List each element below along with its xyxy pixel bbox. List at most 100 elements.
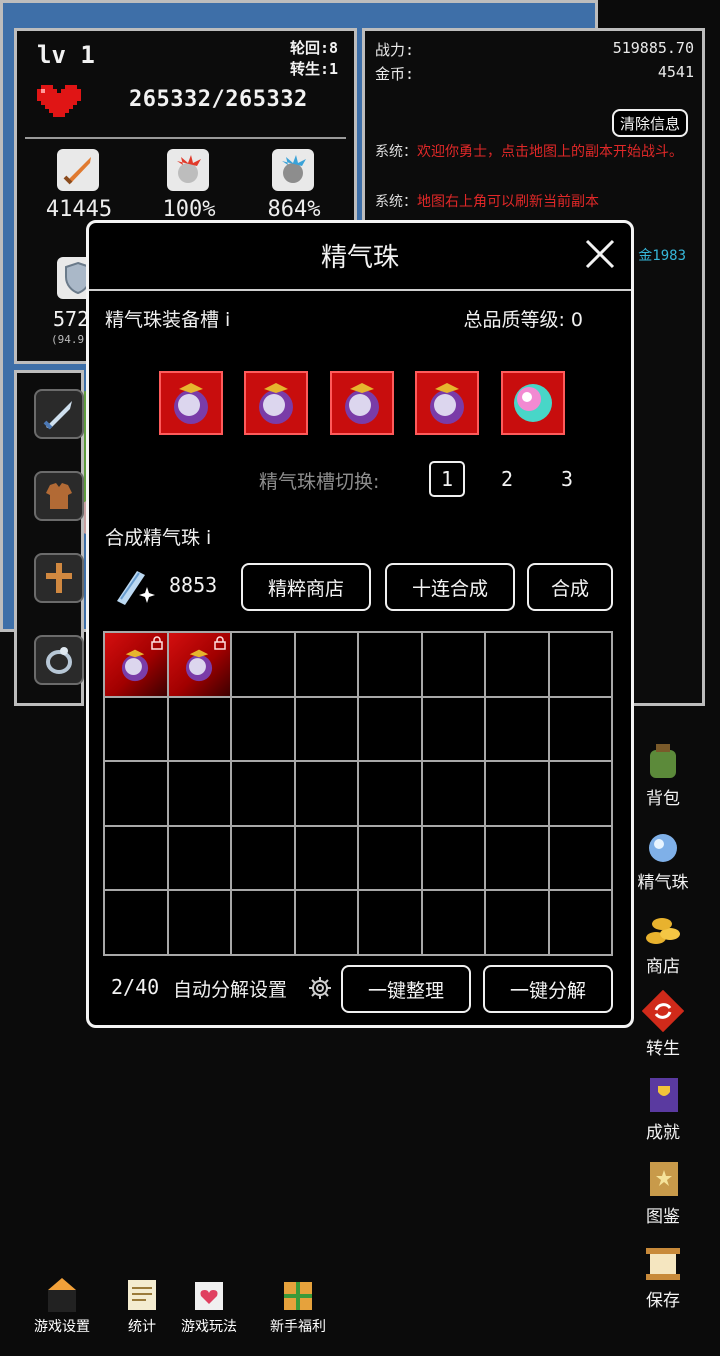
rebirth-label: 转生: [289,60,329,78]
gameplay-button[interactable]: 游戏玩法 [172,1276,246,1336]
clear-info-button[interactable]: 清除信息 [612,109,688,137]
essence-shop-button[interactable]: 精粹商店 [241,563,371,611]
system-message: 系统：欢迎你勇士，点击地图上的副本开始战斗。 [375,141,684,163]
inventory-cell-empty[interactable] [294,696,358,762]
inventory-cell-empty[interactable] [104,825,168,891]
inventory-cell-empty[interactable] [167,890,231,955]
cross-amulet-icon [46,563,72,593]
nav-essence-orb[interactable]: 精气珠 [628,824,698,893]
nav-save[interactable]: 保存 [628,1242,698,1311]
newbie-benefits-button[interactable]: 新手福利 [260,1276,336,1336]
inventory-cell-empty[interactable] [167,761,231,826]
inventory-cell-empty[interactable] [167,696,231,762]
settings-box-icon [42,1276,82,1314]
partial-log-text: 金1983 [638,248,686,264]
inventory-cell-empty[interactable] [485,632,549,697]
inventory-cell-empty[interactable] [358,696,422,762]
inventory-cell-empty[interactable] [421,761,485,826]
inventory-cell-empty[interactable] [294,890,358,955]
inventory-cell-empty[interactable] [358,825,422,891]
nav-backpack-label: 背包 [646,789,680,809]
inventory-capacity: 2/40 [111,975,160,999]
inventory-cell-empty[interactable] [231,761,295,826]
power-label: 战力: [375,41,415,59]
inventory-cell-empty[interactable] [104,890,168,955]
nav-collection[interactable]: 图鉴 [628,1158,698,1227]
hp-value: 265332/265332 [129,87,308,112]
inventory-cell-empty[interactable] [104,696,168,762]
inventory-cell-empty[interactable] [231,632,295,697]
inventory-cell-empty[interactable] [548,890,612,955]
gold-label: 金币: [375,65,415,83]
rebirth-count: 转生:1 [290,58,338,79]
weapon-slot[interactable] [34,389,84,439]
orb-equip-slot[interactable] [159,371,223,435]
gift-icon [278,1276,318,1314]
armor-slot[interactable] [34,471,84,521]
nav-achievement[interactable]: 成就 [628,1074,698,1143]
decompose-all-button[interactable]: 一键分解 [483,965,613,1013]
orb-equip-slot[interactable] [244,371,308,435]
system-message-label: 系统： [375,194,417,210]
statistics-button[interactable]: 统计 [112,1276,172,1336]
inventory-cell-empty[interactable] [167,825,231,891]
equip-slots-title: 精气珠装备槽 i [105,309,231,331]
inventory-cell-empty[interactable] [294,825,358,891]
inventory-cell-orb[interactable] [104,632,168,697]
player-level: lv 1 [37,41,95,69]
ring-icon [46,647,72,674]
inventory-cell-empty[interactable] [294,632,358,697]
fist-crit-damage-icon [272,149,314,191]
inventory-cell-empty[interactable] [548,632,612,697]
lock-icon [150,636,163,650]
inventory-cell-empty[interactable] [231,890,295,955]
nav-shop[interactable]: 商店 [628,908,698,977]
ring-slot[interactable] [34,635,84,685]
inventory-cell-empty[interactable] [548,761,612,826]
amulet-slot[interactable] [34,553,84,603]
inventory-cell-empty[interactable] [485,696,549,762]
inventory-cell-empty[interactable] [231,696,295,762]
close-icon[interactable] [583,237,617,271]
total-quality-level: 总品质等级: 0 [463,309,583,331]
orb-equip-slot[interactable] [501,371,565,435]
attack-stat [57,149,99,191]
inventory-cell-empty[interactable] [548,825,612,891]
attack-value: 41445 [45,197,113,222]
gold-value: 4541 [657,63,694,81]
inventory-cell-orb[interactable] [167,632,231,697]
inventory-cell-empty[interactable] [294,761,358,826]
inventory-cell-empty[interactable] [421,890,485,955]
synthesis-button[interactable]: 合成 [527,563,613,611]
inventory-cell-empty[interactable] [548,696,612,762]
system-message-label: 系统： [375,144,417,160]
inventory-cell-empty[interactable] [485,825,549,891]
inventory-cell-empty[interactable] [358,890,422,955]
armor-icon [46,483,72,509]
game-settings-button[interactable]: 游戏设置 [24,1276,100,1336]
inventory-cell-empty[interactable] [421,825,485,891]
ten-synthesis-button[interactable]: 十连合成 [385,563,515,611]
slot-set-3-tab[interactable]: 3 [549,461,585,497]
defense-value: 572 [53,307,90,331]
inventory-cell-empty[interactable] [485,890,549,955]
crit-damage-value: 864% [267,197,321,222]
scroll-icon [122,1276,162,1314]
crit-stat [167,149,209,191]
calendar-heart-icon [189,1276,229,1314]
gear-icon[interactable] [307,975,333,1001]
nav-rebirth[interactable]: 转生 [628,989,698,1059]
orb-equip-slot[interactable] [330,371,394,435]
inventory-cell-empty[interactable] [421,696,485,762]
nav-backpack[interactable]: 背包 [628,740,698,809]
slot-set-1-tab[interactable]: 1 [429,461,465,497]
orb-equip-slot[interactable] [415,371,479,435]
slot-set-2-tab[interactable]: 2 [489,461,525,497]
inventory-cell-empty[interactable] [104,761,168,826]
inventory-cell-empty[interactable] [485,761,549,826]
inventory-cell-empty[interactable] [421,632,485,697]
inventory-cell-empty[interactable] [231,825,295,891]
inventory-cell-empty[interactable] [358,632,422,697]
sort-all-button[interactable]: 一键整理 [341,965,471,1013]
inventory-cell-empty[interactable] [358,761,422,826]
